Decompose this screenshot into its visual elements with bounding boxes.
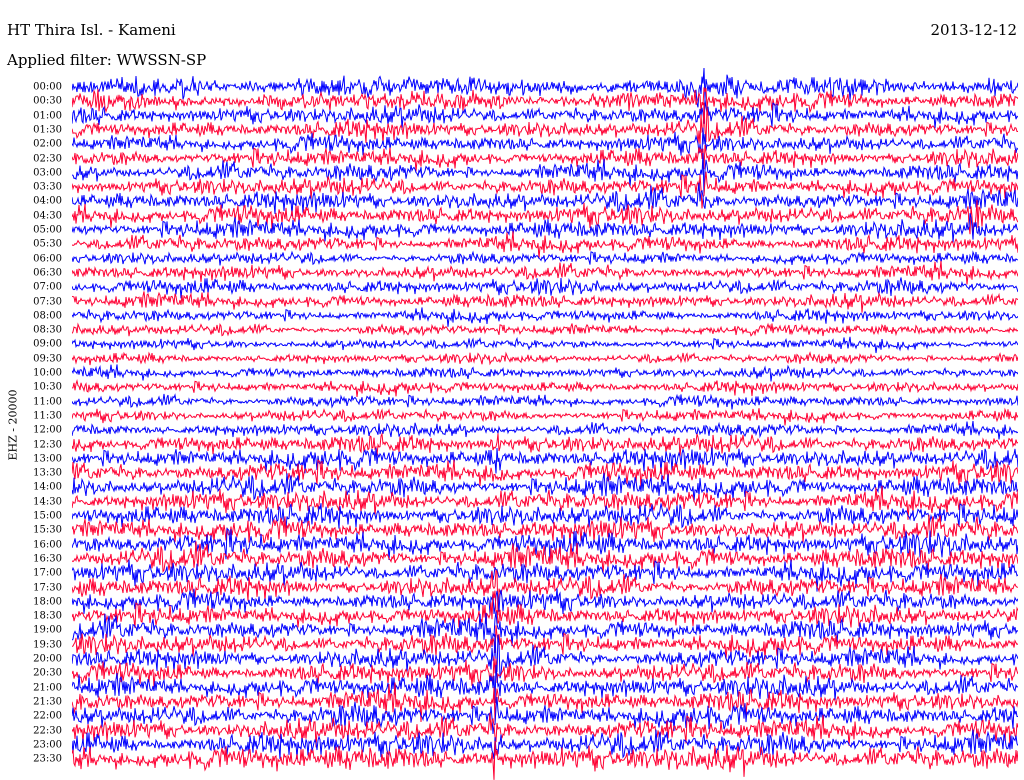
time-label: 10:00 xyxy=(33,367,62,379)
time-label: 12:00 xyxy=(33,424,62,436)
time-label: 13:30 xyxy=(33,467,62,479)
trace-0600 xyxy=(72,250,1018,266)
time-label: 19:00 xyxy=(33,624,62,636)
helicorder-plot xyxy=(72,68,1018,780)
trace-1130 xyxy=(72,407,1018,426)
time-label: 17:00 xyxy=(33,567,62,579)
trace-1230 xyxy=(72,432,1018,457)
time-label: 18:30 xyxy=(33,610,62,622)
time-label: 00:30 xyxy=(33,95,62,107)
time-label: 06:00 xyxy=(33,253,62,265)
trace-1100 xyxy=(72,393,1018,410)
trace-0730 xyxy=(72,291,1018,313)
time-label: 21:00 xyxy=(33,682,62,694)
time-label: 08:00 xyxy=(33,310,62,322)
time-label: 08:30 xyxy=(33,324,62,336)
trace-0800 xyxy=(72,307,1018,327)
time-label: 18:00 xyxy=(33,596,62,608)
helicorder-traces xyxy=(72,68,1018,780)
time-label: 03:30 xyxy=(33,181,62,193)
time-label: 13:00 xyxy=(33,453,62,465)
time-label: 21:30 xyxy=(33,696,62,708)
trace-1400 xyxy=(72,472,1018,502)
time-label: 00:00 xyxy=(33,81,62,93)
trace-1000 xyxy=(72,364,1018,382)
time-label: 07:00 xyxy=(33,281,62,293)
trace-1200 xyxy=(72,420,1018,440)
time-label: 15:30 xyxy=(33,524,62,536)
time-label: 19:30 xyxy=(33,639,62,651)
time-label: 07:30 xyxy=(33,296,62,307)
date-label: 2013-12-12 xyxy=(930,21,1017,39)
trace-0930 xyxy=(72,351,1018,366)
time-label: 04:30 xyxy=(33,210,62,222)
time-label: 22:00 xyxy=(33,710,62,722)
time-label: 01:30 xyxy=(33,124,62,136)
trace-0700 xyxy=(72,277,1018,299)
time-label: 04:00 xyxy=(33,195,62,207)
trace-0130 xyxy=(72,102,1018,145)
time-label: 01:00 xyxy=(33,110,62,122)
time-label: 10:30 xyxy=(33,381,62,393)
time-axis-labels: 00:00 00:30 01:00 01:30 02:00 02:30 03:00 03:30… xyxy=(0,0,68,780)
trace-0030 xyxy=(72,87,1018,114)
time-label: 11:00 xyxy=(33,396,62,408)
time-label: 05:00 xyxy=(33,224,62,236)
time-label: 02:00 xyxy=(33,138,62,150)
trace-1330 xyxy=(72,459,1018,489)
time-label: 05:30 xyxy=(33,238,62,250)
trace-0230 xyxy=(72,144,1018,172)
time-label: 14:30 xyxy=(33,496,62,508)
trace-1030 xyxy=(72,378,1018,397)
time-label: 14:00 xyxy=(33,481,62,493)
time-label: 03:00 xyxy=(33,167,62,179)
time-label: 15:00 xyxy=(33,510,62,522)
time-label: 02:30 xyxy=(33,153,62,164)
time-label: 11:30 xyxy=(33,410,62,422)
time-label: 16:00 xyxy=(33,539,62,551)
time-label: 06:30 xyxy=(33,267,62,279)
time-label: 23:00 xyxy=(33,739,62,751)
time-label: 20:00 xyxy=(33,653,62,665)
time-label: 20:30 xyxy=(33,667,62,679)
time-label: 23:30 xyxy=(33,753,62,765)
time-label: 22:30 xyxy=(33,725,62,736)
trace-1300 xyxy=(72,447,1018,474)
time-label: 12:30 xyxy=(33,439,62,450)
time-label: 09:30 xyxy=(33,353,62,365)
time-label: 17:30 xyxy=(33,582,62,593)
trace-0830 xyxy=(72,322,1018,337)
time-label: 16:30 xyxy=(33,553,62,565)
trace-0900 xyxy=(72,336,1018,354)
time-label: 09:00 xyxy=(33,338,62,350)
